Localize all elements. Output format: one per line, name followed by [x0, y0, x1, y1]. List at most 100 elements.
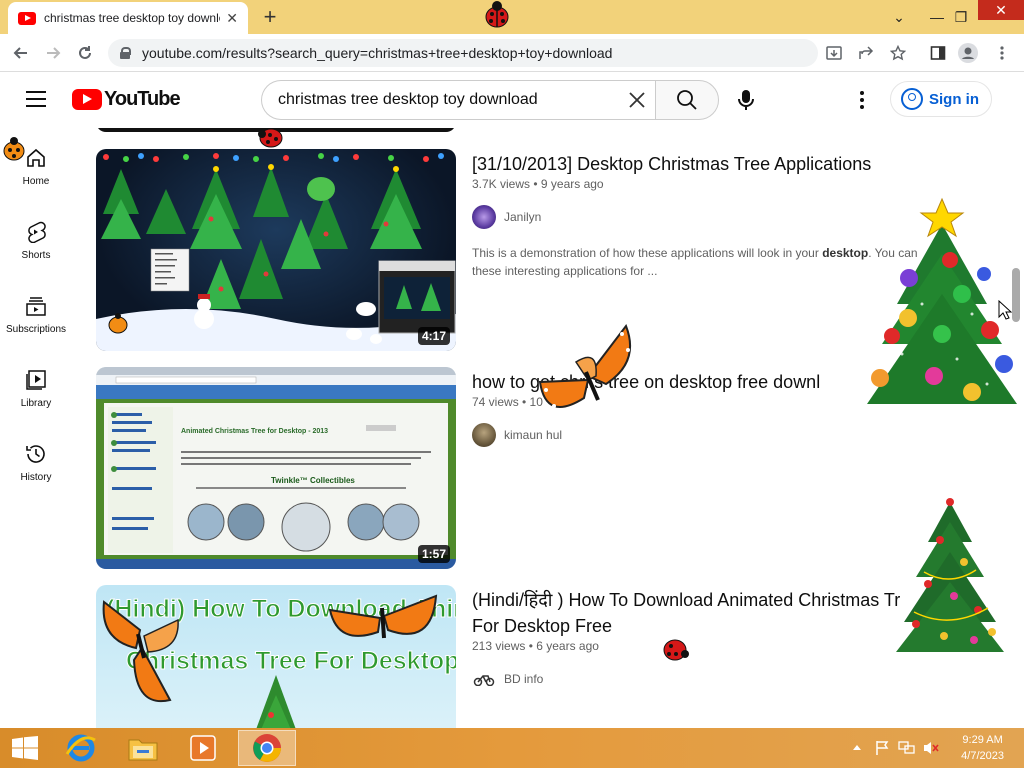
youtube-wordmark: YouTube — [104, 88, 181, 110]
channel-name: Janilyn — [504, 210, 542, 224]
mini-guide: Home Shorts Subscriptions Library Histor… — [0, 128, 72, 728]
webpage-screenshot-thumbnail-art: Animated Christmas Tree for Desktop - 20… — [96, 367, 456, 569]
previous-result-thumbnail[interactable] — [96, 128, 456, 132]
channel-link[interactable]: kimaun hul — [472, 423, 562, 447]
youtube-favicon-icon — [18, 11, 36, 25]
back-button[interactable] — [8, 40, 34, 66]
chrome-icon — [253, 734, 281, 762]
sign-in-button[interactable]: Sign in — [890, 81, 992, 117]
browser-tab[interactable]: christmas tree desktop toy download ✕ — [8, 2, 248, 34]
bike-logo-icon — [473, 675, 495, 686]
sidebar-label: Shorts — [21, 250, 51, 261]
sidebar-item-shorts[interactable]: Shorts — [0, 202, 72, 262]
home-icon — [24, 146, 48, 170]
url-text: youtube.com/results?search_query=christm… — [142, 45, 613, 61]
video-description: This is a demonstration of how these app… — [472, 246, 918, 278]
channel-link[interactable]: Janilyn — [472, 205, 541, 229]
profile-avatar-icon[interactable] — [958, 43, 978, 63]
page-scrollbar-thumb[interactable] — [1012, 268, 1020, 322]
search-input[interactable]: christmas tree desktop toy download — [261, 80, 656, 120]
browser-toolbar: youtube.com/results?search_query=christm… — [0, 34, 1024, 72]
sign-in-label: Sign in — [929, 90, 979, 108]
forward-button[interactable] — [40, 40, 66, 66]
browser-tabbar: christmas tree desktop toy download ✕ + … — [0, 0, 1024, 34]
bookmark-star-icon[interactable] — [888, 43, 908, 63]
library-icon — [24, 368, 48, 392]
thumb-title-line-2: Christmas Tree For Desktop Free — [126, 647, 456, 675]
video-result: (Hindi) How To Download Animated Christm… — [96, 585, 1024, 728]
youtube-play-icon — [72, 89, 102, 110]
page-scrollbar-track[interactable] — [1010, 128, 1024, 728]
reload-button[interactable] — [72, 40, 98, 66]
channel-link[interactable]: BD info — [472, 667, 543, 691]
voice-search-button[interactable] — [734, 88, 758, 112]
internet-explorer-taskbar-button[interactable] — [56, 730, 106, 766]
hindi-tutorial-thumbnail-art: (Hindi) How To Download Animated Christm… — [106, 595, 456, 728]
tab-title: christmas tree desktop toy download — [44, 11, 221, 25]
sidebar-item-history[interactable]: History — [0, 424, 72, 484]
history-icon — [24, 442, 48, 466]
channel-avatar[interactable] — [472, 667, 496, 691]
side-panel-icon[interactable] — [928, 43, 948, 63]
close-window-button[interactable]: ✕ — [978, 0, 1024, 20]
clock-time: 9:29 AM — [962, 734, 1003, 746]
file-explorer-taskbar-button[interactable] — [118, 730, 168, 766]
thumb-page-brand: Twinkle™ Collectibles — [271, 476, 355, 485]
sidebar-item-library[interactable]: Library — [0, 350, 72, 410]
chrome-menu-icon[interactable] — [992, 43, 1012, 63]
show-hidden-icons-button[interactable] — [852, 740, 862, 754]
volume-muted-icon[interactable] — [922, 740, 940, 759]
video-thumbnail[interactable]: (Hindi) How To Download Animated Christm… — [96, 585, 456, 728]
duration-badge: 4:17 — [417, 327, 450, 345]
start-button[interactable] — [0, 730, 50, 766]
action-center-flag-icon[interactable] — [874, 740, 890, 759]
clock-date: 4/7/2023 — [961, 750, 1004, 762]
media-player-icon — [190, 735, 216, 761]
channel-avatar[interactable] — [472, 205, 496, 229]
video-thumbnail[interactable]: Animated Christmas Tree for Desktop - 20… — [96, 367, 456, 569]
address-bar[interactable]: youtube.com/results?search_query=christm… — [108, 39, 818, 67]
video-title[interactable]: (Hindi/हिंदी ) How To Download Animated … — [472, 587, 992, 639]
search-results: 4:17 [31/10/2013] Desktop Christmas Tree… — [96, 128, 1024, 728]
channel-name: BD info — [504, 672, 544, 686]
tab-search-chevron-icon[interactable]: ⌄ — [882, 0, 916, 34]
media-player-taskbar-button[interactable] — [178, 730, 228, 766]
network-icon[interactable] — [898, 740, 916, 759]
windows-taskbar: 9:29 AM 4/7/2023 — [0, 728, 1024, 768]
settings-more-icon[interactable] — [850, 88, 874, 112]
thumb-title-line-1: (Hindi) How To Download Animated — [106, 595, 456, 623]
sidebar-label: History — [20, 472, 52, 483]
internet-explorer-icon — [65, 734, 96, 762]
clear-search-icon[interactable] — [628, 89, 646, 115]
new-tab-button[interactable]: + — [258, 4, 282, 30]
video-result: Animated Christmas Tree for Desktop - 20… — [96, 367, 1024, 569]
guide-menu-icon[interactable] — [26, 91, 46, 107]
sidebar-label: Library — [20, 398, 52, 409]
video-title[interactable]: [31/10/2013] Desktop Christmas Tree Appl… — [472, 151, 992, 177]
chrome-taskbar-button[interactable] — [238, 730, 296, 766]
thumb-page-heading: Animated Christmas Tree for Desktop - 20… — [181, 428, 328, 435]
sidebar-label: Subscriptions — [5, 324, 67, 335]
search-button[interactable] — [655, 80, 719, 120]
video-title[interactable]: how to get chri s tree on desktop free d… — [472, 369, 992, 395]
install-app-icon[interactable] — [824, 43, 844, 63]
video-result: 4:17 [31/10/2013] Desktop Christmas Tree… — [96, 149, 1024, 351]
sidebar-item-home[interactable]: Home — [0, 128, 72, 188]
system-clock[interactable]: 9:29 AM 4/7/2023 — [961, 732, 1004, 764]
youtube-header: YouTube christmas tree desktop toy downl… — [0, 72, 1024, 128]
christmas-trees-thumbnail-art — [96, 153, 456, 351]
duration-badge: 1:57 — [417, 545, 450, 563]
shorts-icon — [24, 220, 48, 244]
sidebar-label: Home — [22, 176, 50, 187]
video-thumbnail[interactable]: 4:17 — [96, 149, 456, 351]
search-icon — [677, 90, 697, 110]
share-icon[interactable] — [856, 43, 876, 63]
tab-close-icon[interactable]: ✕ — [226, 10, 238, 27]
channel-name: kimaun hul — [504, 428, 563, 442]
maximize-button[interactable]: ❐ — [944, 0, 978, 34]
sidebar-item-subscriptions[interactable]: Subscriptions — [0, 276, 72, 336]
youtube-logo[interactable]: YouTube — [72, 88, 181, 111]
search-query-text: christmas tree desktop toy download — [278, 91, 538, 108]
channel-avatar[interactable] — [472, 423, 496, 447]
video-meta: 213 views • 6 years ago — [472, 639, 599, 653]
